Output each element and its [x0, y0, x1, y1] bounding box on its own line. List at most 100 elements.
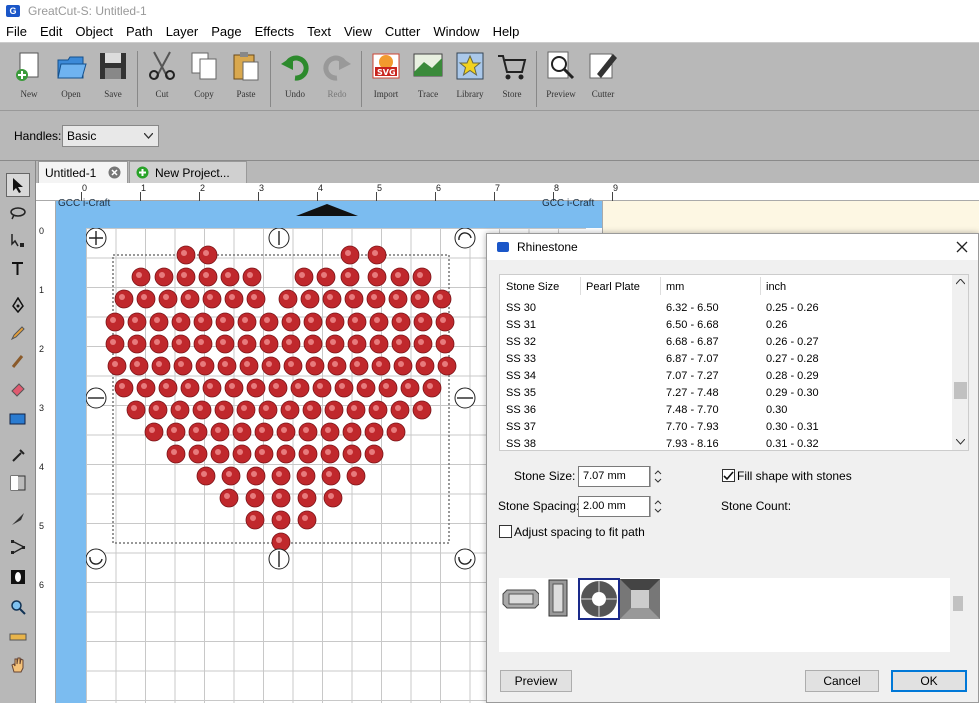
dialog-title: Rhinestone: [517, 240, 578, 254]
menu-view[interactable]: View: [338, 22, 379, 42]
scroll-thumb[interactable]: [954, 382, 967, 399]
stone-size-input[interactable]: 7.07 mm: [578, 466, 650, 487]
gallery-scrollbar[interactable]: [950, 578, 965, 652]
menu-text[interactable]: Text: [301, 22, 338, 42]
ruler-tool-icon[interactable]: [6, 625, 30, 649]
menu-file[interactable]: File: [0, 22, 34, 42]
toolbar-store-button[interactable]: Store: [491, 49, 533, 111]
menu-cutter[interactable]: Cutter: [379, 22, 427, 42]
contour-tool-icon[interactable]: [6, 565, 30, 589]
shape-round-stone-icon[interactable]: [578, 578, 620, 620]
pencil-tool-icon[interactable]: [6, 321, 30, 345]
toolbar-redo-button[interactable]: Redo: [316, 49, 358, 111]
column-header[interactable]: Stone Size: [506, 281, 559, 293]
connect-node-tool-icon[interactable]: [6, 535, 30, 559]
scale-handle-right-icon[interactable]: [454, 387, 476, 409]
rhinestone-highlight: [131, 405, 137, 411]
table-row[interactable]: SS 30 6.32 - 6.50 0.25 - 0.26: [500, 300, 955, 317]
rhinestone-highlight: [156, 361, 162, 367]
menu-bar: File Edit Object Path Layer Page Effects Text Vi…: [0, 22, 979, 43]
close-icon[interactable]: [956, 241, 968, 253]
toolbar-paste-button[interactable]: Paste: [225, 49, 267, 111]
preview-button[interactable]: Preview: [500, 670, 572, 692]
menu-edit[interactable]: Edit: [34, 22, 69, 42]
toolbar-undo-button[interactable]: Undo: [274, 49, 316, 111]
menu-window[interactable]: Window: [427, 22, 486, 42]
table-row[interactable]: SS 35 7.27 - 7.48 0.29 - 0.30: [500, 385, 955, 402]
menu-path[interactable]: Path: [120, 22, 160, 42]
hand-pan-tool-icon[interactable]: [6, 653, 30, 677]
shape-square-stone-icon[interactable]: [619, 578, 661, 620]
table-row[interactable]: SS 36 7.48 - 7.70 0.30: [500, 402, 955, 419]
cell-mm: 6.87 - 7.07: [666, 353, 719, 365]
adjust-spacing-checkbox[interactable]: [499, 525, 512, 538]
select-tool-icon[interactable]: [6, 173, 30, 197]
toolbar-save-button[interactable]: Save: [92, 49, 134, 111]
lasso-tool-icon[interactable]: [6, 201, 30, 225]
table-row[interactable]: SS 37 7.70 - 7.93 0.30 - 0.31: [500, 419, 955, 436]
rotate-handle-top-left-icon[interactable]: [86, 228, 107, 249]
toolbar-cutter-button[interactable]: Cutter: [582, 49, 624, 111]
column-header[interactable]: mm: [666, 281, 684, 293]
tab-untitled-1[interactable]: Untitled-1: [38, 161, 128, 183]
close-icon[interactable]: [108, 166, 121, 179]
node-edit-tool-icon[interactable]: [6, 229, 30, 253]
text-tool-icon[interactable]: [6, 257, 30, 281]
stone-size-table[interactable]: Stone Size Pearl Plate mm inch SS 30 6.32 - …: [499, 274, 969, 451]
shape-rectangle-stone-icon[interactable]: [499, 578, 539, 618]
rhinestone-highlight: [237, 427, 243, 433]
stone-spacing-input[interactable]: 2.00 mm: [578, 496, 650, 517]
tab-new-project[interactable]: New Project...: [129, 161, 247, 183]
column-header[interactable]: Pearl Plate: [586, 281, 640, 293]
toolbar-cut-button[interactable]: Cut: [141, 49, 183, 111]
toolbar-import-button[interactable]: SVG Import: [365, 49, 407, 111]
table-row[interactable]: SS 34 7.07 - 7.27 0.28 - 0.29: [500, 368, 955, 385]
toolbar-copy-button[interactable]: Copy: [183, 49, 225, 111]
rotate-handle-top-right-icon[interactable]: [454, 228, 476, 249]
rhinestone-highlight: [198, 339, 204, 345]
fill-shape-checkbox[interactable]: [722, 469, 735, 482]
toolbar-separator: [536, 51, 537, 107]
scroll-down-icon[interactable]: [956, 439, 965, 445]
knife-tool-icon[interactable]: [6, 507, 30, 531]
zoom-tool-icon[interactable]: [6, 595, 30, 619]
heart-rhinestone-design[interactable]: [86, 228, 486, 578]
rotate-handle-bottom-right-icon[interactable]: [454, 548, 476, 570]
stone-size-spinner[interactable]: [650, 466, 664, 487]
toolbar-preview-button[interactable]: Preview: [540, 49, 582, 111]
table-scrollbar[interactable]: [952, 275, 968, 450]
scroll-up-icon[interactable]: [956, 279, 965, 285]
brush-tool-icon[interactable]: [6, 349, 30, 373]
eraser-tool-icon[interactable]: [6, 377, 30, 401]
table-row[interactable]: SS 31 6.50 - 6.68 0.26: [500, 317, 955, 334]
cell-stone-size: SS 35: [506, 387, 536, 399]
menu-layer[interactable]: Layer: [160, 22, 206, 42]
gallery-scroll-thumb[interactable]: [953, 596, 963, 611]
table-row[interactable]: SS 38 7.93 - 8.16 0.31 - 0.32: [500, 436, 955, 450]
scale-handle-top-icon[interactable]: [268, 228, 290, 249]
toolbar-new-button[interactable]: New: [8, 49, 50, 111]
shape-tool-icon[interactable]: [6, 407, 30, 431]
cancel-button[interactable]: Cancel: [805, 670, 879, 692]
rhinestone-highlight: [185, 294, 191, 300]
table-row[interactable]: SS 33 6.87 - 7.07 0.27 - 0.28: [500, 351, 955, 368]
column-header[interactable]: inch: [766, 281, 786, 293]
menu-help[interactable]: Help: [487, 22, 527, 42]
toolbar-library-button[interactable]: Library: [449, 49, 491, 111]
handles-select[interactable]: Basic: [62, 125, 159, 147]
ok-button[interactable]: OK: [891, 670, 967, 692]
scale-handle-left-icon[interactable]: [86, 387, 107, 409]
stone-spacing-spinner[interactable]: [650, 496, 664, 517]
rotate-handle-bottom-left-icon[interactable]: [86, 548, 107, 570]
toolbar-open-button[interactable]: Open: [50, 49, 92, 111]
scale-handle-bottom-icon[interactable]: [268, 548, 290, 570]
menu-object[interactable]: Object: [69, 22, 120, 42]
menu-page[interactable]: Page: [205, 22, 248, 42]
shape-baguette-stone-icon[interactable]: [545, 578, 571, 618]
gradient-tool-icon[interactable]: [6, 471, 30, 495]
toolbar-trace-button[interactable]: Trace: [407, 49, 449, 111]
eyedropper-tool-icon[interactable]: [6, 443, 30, 467]
pen-tool-icon[interactable]: [6, 293, 30, 317]
table-row[interactable]: SS 32 6.68 - 6.87 0.26 - 0.27: [500, 334, 955, 351]
menu-effects[interactable]: Effects: [249, 22, 302, 42]
